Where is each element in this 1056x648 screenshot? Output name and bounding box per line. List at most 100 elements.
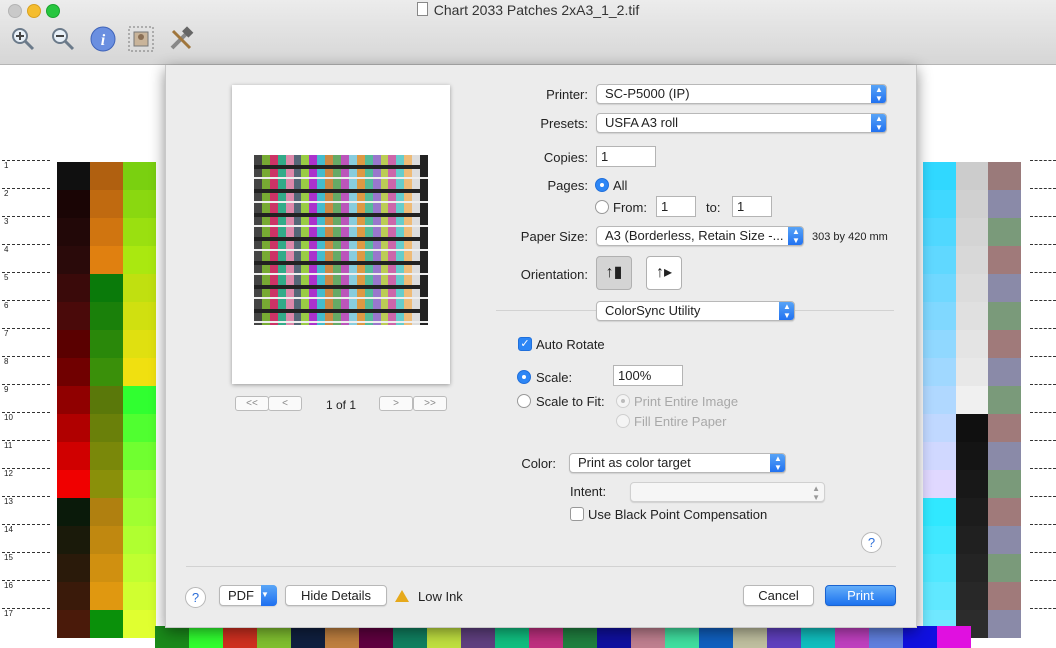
color-patch bbox=[123, 246, 156, 274]
fill-entire-paper-label: Fill Entire Paper bbox=[634, 414, 727, 429]
info-icon[interactable]: i bbox=[88, 24, 118, 54]
row-label: 14 bbox=[2, 524, 50, 552]
tools-icon[interactable] bbox=[166, 24, 196, 54]
chevron-updown-icon: ▲ ▼ bbox=[871, 114, 886, 132]
cancel-button[interactable]: Cancel bbox=[743, 585, 814, 606]
pages-from-label: From: bbox=[613, 200, 647, 215]
preview-patch-column bbox=[380, 155, 389, 325]
row-label: 5 bbox=[2, 272, 50, 300]
intent-popup[interactable]: ▲ ▼ bbox=[630, 482, 825, 502]
printer-label: Printer: bbox=[546, 87, 588, 102]
pages-all-radio[interactable] bbox=[595, 178, 609, 192]
next-page-button[interactable]: > bbox=[379, 396, 413, 411]
auto-rotate-checkbox[interactable]: ✓ bbox=[518, 337, 532, 351]
hide-details-button[interactable]: Hide Details bbox=[285, 585, 387, 606]
row-label: 6 bbox=[2, 300, 50, 328]
scale-radio[interactable] bbox=[517, 370, 531, 384]
pages-to-field[interactable]: 1 bbox=[732, 196, 772, 217]
color-patch bbox=[90, 414, 123, 442]
color-patch bbox=[988, 386, 1021, 414]
color-patch bbox=[956, 554, 989, 582]
pages-range-radio[interactable] bbox=[595, 200, 609, 214]
color-patch bbox=[529, 626, 563, 648]
paper-size-dimensions: 303 by 420 mm bbox=[812, 231, 888, 243]
chevron-updown-icon: ▲ ▼ bbox=[779, 302, 794, 320]
row-marker bbox=[1030, 384, 1056, 386]
print-button[interactable]: Print bbox=[825, 585, 896, 606]
preview-patch-column bbox=[285, 155, 294, 325]
previous-page-button[interactable]: < bbox=[268, 396, 302, 411]
color-patch bbox=[988, 162, 1021, 190]
color-patch bbox=[123, 498, 156, 526]
row-marker bbox=[1030, 412, 1056, 414]
copies-label: Copies: bbox=[543, 150, 588, 165]
orientation-label: Orientation: bbox=[520, 267, 588, 282]
section-popup-value: ColorSync Utility bbox=[605, 303, 701, 318]
color-patch bbox=[291, 626, 325, 648]
section-popup[interactable]: ColorSync Utility ▲ ▼ bbox=[596, 301, 795, 321]
intent-label: Intent: bbox=[570, 484, 607, 499]
presets-popup[interactable]: USFA A3 roll ▲ ▼ bbox=[596, 113, 887, 133]
color-patch bbox=[903, 626, 937, 648]
row-marker bbox=[1030, 608, 1056, 610]
chevron-updown-icon: ▲ ▼ bbox=[770, 454, 785, 472]
color-patch bbox=[923, 442, 956, 470]
color-patch bbox=[767, 626, 801, 648]
color-patch bbox=[90, 554, 123, 582]
presets-value: USFA A3 roll bbox=[605, 115, 678, 130]
color-patch bbox=[923, 190, 956, 218]
color-patch bbox=[988, 610, 1021, 638]
color-patch bbox=[90, 582, 123, 610]
color-patch bbox=[123, 190, 156, 218]
preview-thumbnail bbox=[254, 155, 428, 325]
color-patch bbox=[923, 526, 956, 554]
image-icon[interactable] bbox=[126, 24, 156, 54]
paper-size-popup[interactable]: A3 (Borderless, Retain Size -... ▲ ▼ bbox=[596, 226, 804, 246]
zoom-out-icon[interactable] bbox=[48, 24, 78, 54]
pages-from-field[interactable]: 1 bbox=[656, 196, 696, 217]
chevron-down-icon: ▼ bbox=[261, 585, 277, 606]
color-patch bbox=[123, 330, 156, 358]
landscape-orientation-button[interactable]: ↑▸ bbox=[646, 256, 682, 290]
color-patch bbox=[123, 358, 156, 386]
color-popup[interactable]: Print as color target ▲ ▼ bbox=[569, 453, 786, 473]
preview-patch-column bbox=[372, 155, 381, 325]
first-page-button[interactable]: << bbox=[235, 396, 269, 411]
color-patch bbox=[123, 582, 156, 610]
printer-value: SC-P5000 (IP) bbox=[605, 86, 690, 101]
color-patch bbox=[57, 358, 90, 386]
scale-field[interactable]: 100% bbox=[613, 365, 683, 386]
color-patch bbox=[988, 274, 1021, 302]
last-page-button[interactable]: >> bbox=[413, 396, 447, 411]
color-patch bbox=[90, 498, 123, 526]
preview-patch-column bbox=[293, 155, 302, 325]
black-point-checkbox[interactable] bbox=[570, 507, 584, 521]
help-button-section[interactable]: ? bbox=[861, 532, 882, 553]
color-patch bbox=[57, 274, 90, 302]
warning-icon bbox=[395, 590, 409, 602]
color-patch bbox=[988, 302, 1021, 330]
zoom-in-icon[interactable] bbox=[8, 24, 38, 54]
pdf-menu-button[interactable]: PDF ▼ bbox=[219, 585, 277, 606]
print-entire-image-radio[interactable] bbox=[616, 394, 630, 408]
color-patch bbox=[923, 246, 956, 274]
portrait-icon: ↑▮ bbox=[605, 264, 623, 281]
pages-to-label: to: bbox=[706, 200, 721, 215]
copies-field[interactable]: 1 bbox=[596, 146, 656, 167]
preview-patch-column bbox=[269, 155, 278, 325]
color-patch bbox=[923, 470, 956, 498]
color-patch bbox=[937, 626, 971, 648]
color-patch bbox=[988, 246, 1021, 274]
portrait-orientation-button[interactable]: ↑▮ bbox=[596, 256, 632, 290]
color-patch bbox=[956, 274, 989, 302]
color-patch bbox=[699, 626, 733, 648]
printer-popup[interactable]: SC-P5000 (IP) ▲ ▼ bbox=[596, 84, 887, 104]
fill-entire-paper-radio[interactable] bbox=[616, 414, 630, 428]
window-title-text: Chart 2033 Patches 2xA3_1_2.tif bbox=[433, 2, 640, 18]
color-patch bbox=[923, 274, 956, 302]
row-marker bbox=[1030, 552, 1056, 554]
row-marker bbox=[1030, 188, 1056, 190]
help-button[interactable]: ? bbox=[185, 587, 206, 608]
scale-to-fit-radio[interactable] bbox=[517, 394, 531, 408]
row-label: 7 bbox=[2, 328, 50, 356]
